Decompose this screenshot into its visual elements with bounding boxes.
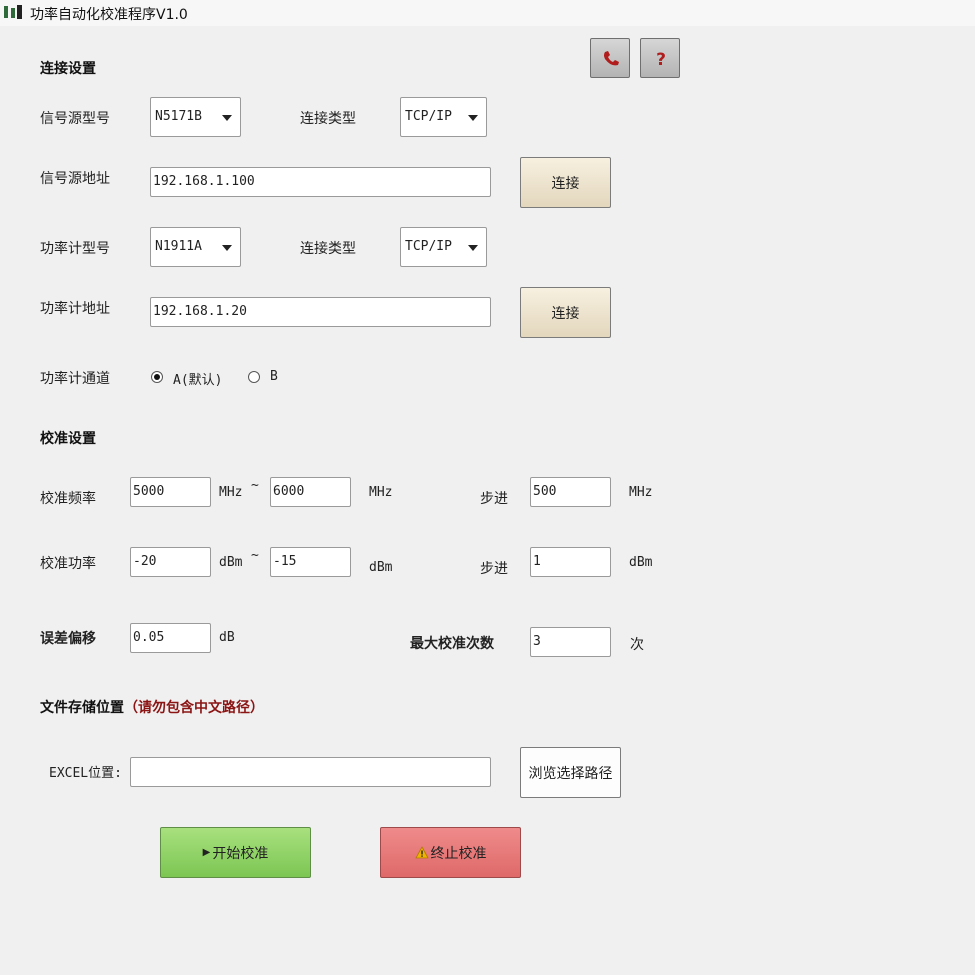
freq-start-value: 5000 xyxy=(133,484,165,499)
error-offset-unit: dB xyxy=(219,630,235,645)
warning-icon xyxy=(414,846,429,859)
power-meter-address-value: 192.168.1.20 xyxy=(153,304,247,319)
error-offset-label: 误差偏移 xyxy=(40,631,96,647)
power-meter-address-label: 功率计地址 xyxy=(40,301,110,317)
power-step-input[interactable]: 1 xyxy=(530,547,611,577)
svg-text:?: ? xyxy=(656,50,666,69)
freq-range-tilde: ~ xyxy=(251,478,259,493)
power-stop-unit: dBm xyxy=(369,560,393,575)
question-icon: ? xyxy=(656,50,666,69)
calibration-power-label: 校准功率 xyxy=(40,556,96,572)
connect-power-meter-button[interactable]: 连接 xyxy=(520,287,611,338)
freq-step-value: 500 xyxy=(533,484,557,499)
signal-source-address-input[interactable]: 192.168.1.100 xyxy=(150,167,491,197)
freq-start-unit: MHz xyxy=(219,485,243,500)
signal-source-address-value: 192.168.1.100 xyxy=(153,174,255,189)
power-step-unit: dBm xyxy=(629,555,653,570)
connection-section-title: 连接设置 xyxy=(40,61,96,77)
signal-connection-type-label: 连接类型 xyxy=(300,111,356,127)
power-meter-address-input[interactable]: 192.168.1.20 xyxy=(150,297,491,327)
power-start-value: -20 xyxy=(133,554,157,569)
signal-source-model-select[interactable]: N5171B xyxy=(150,97,241,137)
freq-step-label: 步进 xyxy=(480,491,508,507)
browse-path-button[interactable]: 浏览选择路径 xyxy=(520,747,621,798)
storage-warning-text: （请勿包含中文路径） xyxy=(124,700,264,716)
power-start-unit: dBm xyxy=(219,555,243,570)
window-title: 功率自动化校准程序V1.0 xyxy=(30,7,188,23)
error-offset-value: 0.05 xyxy=(133,630,165,645)
channel-b-label[interactable]: B xyxy=(270,369,278,384)
power-step-value: 1 xyxy=(533,554,541,569)
chevron-down-icon xyxy=(468,245,478,251)
channel-a-label[interactable]: A(默认) xyxy=(173,369,222,388)
power-stop-value: -15 xyxy=(273,554,297,569)
storage-title-text: 文件存储位置 xyxy=(40,700,124,716)
stop-calibration-button[interactable]: 终止校准 xyxy=(380,827,521,878)
play-icon: ▶ xyxy=(202,847,211,858)
freq-start-input[interactable]: 5000 xyxy=(130,477,211,507)
signal-tower-icon xyxy=(4,5,22,19)
power-meter-channel-label: 功率计通道 xyxy=(40,371,110,387)
freq-step-unit: MHz xyxy=(629,485,653,500)
error-offset-input[interactable]: 0.05 xyxy=(130,623,211,653)
signal-connection-type-select[interactable]: TCP/IP xyxy=(400,97,487,137)
chevron-down-icon xyxy=(222,245,232,251)
power-range-tilde: ~ xyxy=(251,548,259,563)
phone-button[interactable] xyxy=(590,38,630,78)
channel-b-radio[interactable] xyxy=(248,371,260,383)
signal-source-model-label: 信号源型号 xyxy=(40,111,110,127)
power-meter-model-select[interactable]: N1911A xyxy=(150,227,241,267)
signal-source-address-label: 信号源地址 xyxy=(40,171,110,187)
power-start-input[interactable]: -20 xyxy=(130,547,211,577)
max-calibration-count-input[interactable]: 3 xyxy=(530,627,611,657)
calibration-section-title: 校准设置 xyxy=(40,431,96,447)
power-connection-type-label: 连接类型 xyxy=(300,241,356,257)
freq-stop-value: 6000 xyxy=(273,484,305,499)
chevron-down-icon xyxy=(222,115,232,121)
excel-path-input[interactable] xyxy=(130,757,491,787)
chevron-down-icon xyxy=(468,115,478,121)
excel-location-label: EXCEL位置: xyxy=(49,766,122,781)
stop-calibration-label: 终止校准 xyxy=(430,845,487,862)
signal-connection-type-value: TCP/IP xyxy=(405,109,452,124)
power-meter-model-value: N1911A xyxy=(155,239,202,254)
power-connection-type-select[interactable]: TCP/IP xyxy=(400,227,487,267)
freq-step-input[interactable]: 500 xyxy=(530,477,611,507)
power-step-label: 步进 xyxy=(480,561,508,577)
phone-icon xyxy=(604,51,619,66)
start-calibration-button[interactable]: ▶ 开始校准 xyxy=(160,827,311,878)
freq-stop-unit: MHz xyxy=(369,485,393,500)
power-meter-model-label: 功率计型号 xyxy=(40,241,110,257)
help-button[interactable]: ? xyxy=(640,38,680,78)
power-connection-type-value: TCP/IP xyxy=(405,239,452,254)
max-calibration-count-value: 3 xyxy=(533,634,541,649)
freq-stop-input[interactable]: 6000 xyxy=(270,477,351,507)
start-calibration-label: 开始校准 xyxy=(212,845,269,862)
calibration-frequency-label: 校准频率 xyxy=(40,491,96,507)
max-calibration-count-label: 最大校准次数 xyxy=(410,636,494,652)
power-stop-input[interactable]: -15 xyxy=(270,547,351,577)
signal-source-model-value: N5171B xyxy=(155,109,202,124)
connect-signal-source-button[interactable]: 连接 xyxy=(520,157,611,208)
channel-a-radio[interactable] xyxy=(151,371,163,383)
count-unit: 次 xyxy=(630,637,644,653)
storage-section-title: 文件存储位置（请勿包含中文路径） xyxy=(40,697,264,717)
